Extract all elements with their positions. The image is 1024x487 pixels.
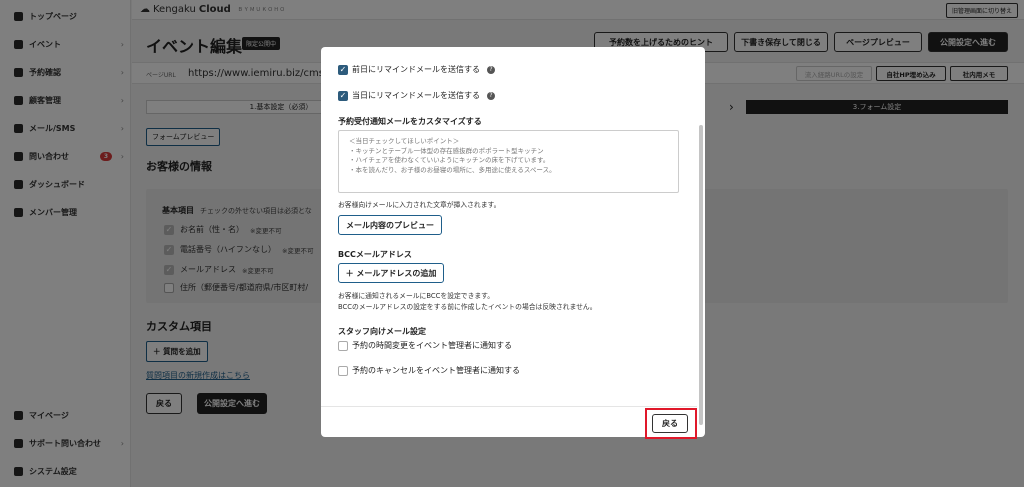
notify-time-change-option[interactable]: 予約の時間変更をイベント管理者に通知する	[338, 340, 512, 351]
bcc-note-1: お客様に通知されるメールにBCCを設定できます。	[338, 292, 495, 300]
checkbox[interactable]: ✓	[338, 90, 348, 101]
custom-message-textarea[interactable]: ＜当日チェックしてほしいポイント＞ ・キッチンとテーブル一体型の存在感抜群のポポ…	[338, 130, 679, 193]
mail-preview-button[interactable]: メール内容のプレビュー	[338, 215, 442, 235]
option-label: 予約の時間変更をイベント管理者に通知する	[352, 341, 512, 350]
checkbox[interactable]: ✓	[338, 64, 348, 75]
checkbox[interactable]	[338, 340, 348, 351]
add-email-button[interactable]: ＋ メールアドレスの追加	[338, 263, 444, 283]
customize-title: 予約受付通知メールをカスタマイズする	[338, 117, 482, 126]
modal-scrollbar[interactable]	[699, 125, 703, 425]
bcc-title: BCCメールアドレス	[338, 250, 412, 259]
mail-settings-modal: ✓ 前日にリマインドメールを送信する? ✓ 当日にリマインドメールを送信する? 予約…	[321, 47, 705, 437]
bcc-note-2: BCCのメールアドレスの設定をする前に作成したイベントの場合は反映されません。	[338, 303, 597, 311]
remind-prev-option[interactable]: ✓ 前日にリマインドメールを送信する?	[338, 64, 495, 75]
modal-divider	[321, 406, 697, 407]
highlight-box	[645, 408, 697, 439]
help-icon[interactable]: ?	[487, 91, 495, 100]
notify-cancel-option[interactable]: 予約のキャンセルをイベント管理者に通知する	[338, 365, 520, 376]
customize-note: お客様向けメールに入力された文章が挿入されます。	[338, 201, 501, 209]
help-icon[interactable]: ?	[487, 65, 495, 74]
option-label: 予約のキャンセルをイベント管理者に通知する	[352, 366, 520, 375]
staff-mail-title: スタッフ向けメール設定	[338, 327, 426, 336]
remind-today-option[interactable]: ✓ 当日にリマインドメールを送信する?	[338, 90, 495, 101]
checkbox[interactable]	[338, 365, 348, 376]
option-label: 前日にリマインドメールを送信する	[352, 65, 480, 74]
option-label: 当日にリマインドメールを送信する	[352, 91, 480, 100]
